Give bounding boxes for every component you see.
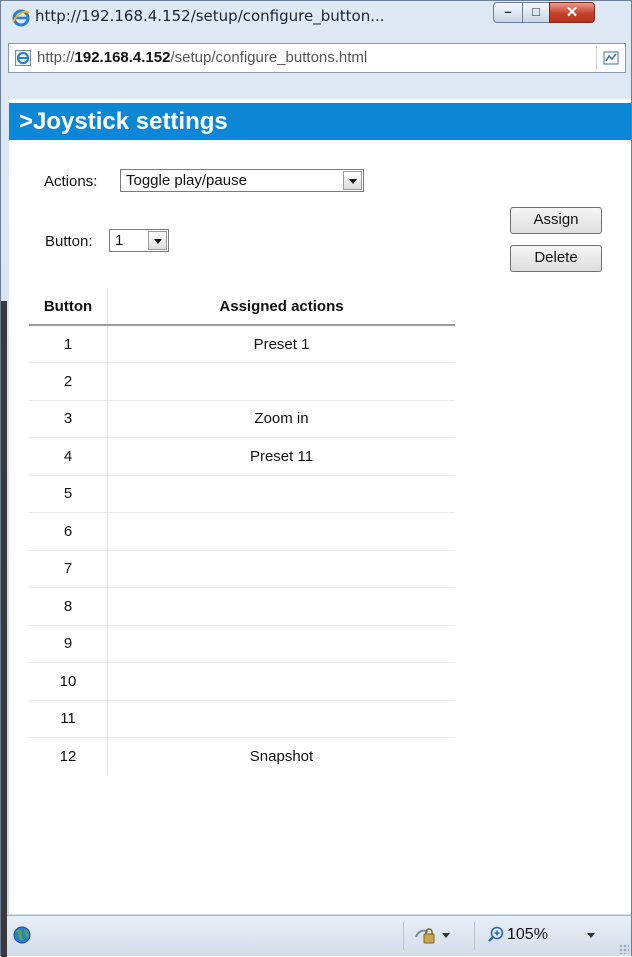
table-row[interactable]: 3 Zoom in bbox=[29, 400, 455, 438]
compatibility-view-icon[interactable] bbox=[603, 50, 619, 66]
window-frame-edge bbox=[1, 301, 7, 957]
column-header-assigned-actions: Assigned actions bbox=[219, 297, 344, 315]
button-number-cell: 10 bbox=[29, 662, 108, 700]
window-title: http://192.168.4.152/setup/configure_but… bbox=[35, 7, 385, 25]
button-label: Button: bbox=[45, 233, 93, 250]
table-row[interactable]: 10 bbox=[29, 662, 456, 701]
button-number-cell: 7 bbox=[29, 550, 108, 588]
minimize-button[interactable]: – bbox=[493, 2, 523, 23]
button-number-cell: 4 bbox=[29, 437, 108, 475]
button-number-cell: 2 bbox=[29, 362, 108, 400]
table-row[interactable]: 6 bbox=[29, 512, 456, 551]
maximize-button[interactable]: □ bbox=[522, 2, 550, 23]
zoom-level[interactable]: 105% bbox=[507, 926, 548, 944]
minimize-icon: – bbox=[504, 4, 512, 19]
assigned-action-cell bbox=[108, 550, 456, 588]
page-title: >Joystick settings bbox=[19, 108, 228, 135]
assigned-action-cell bbox=[108, 363, 456, 401]
table-row[interactable]: 4 Preset 11 bbox=[29, 437, 455, 475]
status-separator bbox=[403, 922, 404, 950]
assigned-action-cell bbox=[108, 625, 456, 663]
internet-globe-icon bbox=[13, 926, 31, 944]
button-number-cell: 12 bbox=[29, 737, 108, 775]
button-number-cell: 8 bbox=[29, 587, 108, 625]
assigned-action-cell bbox=[108, 588, 456, 626]
table-header-row: Button Assigned actions bbox=[29, 288, 455, 325]
title-bar[interactable]: http://192.168.4.152/setup/configure_but… bbox=[5, 1, 627, 37]
address-separator bbox=[596, 46, 597, 70]
actions-selected-value: Toggle play/pause bbox=[126, 172, 247, 189]
column-header-button: Button bbox=[29, 288, 108, 325]
resize-grip[interactable] bbox=[619, 944, 629, 954]
assigned-action-cell bbox=[108, 663, 456, 701]
table-row[interactable]: 8 bbox=[29, 587, 456, 626]
button-select[interactable]: 1 bbox=[109, 229, 169, 252]
assigned-action-cell: Snapshot bbox=[249, 748, 314, 765]
table-row[interactable]: 7 bbox=[29, 550, 455, 588]
button-number-cell: 5 bbox=[29, 475, 108, 513]
chevron-down-icon[interactable] bbox=[343, 171, 362, 190]
close-icon: ✕ bbox=[565, 4, 579, 21]
page-header-banner: >Joystick settings bbox=[9, 103, 631, 140]
chevron-down-icon[interactable] bbox=[587, 933, 595, 938]
button-selected-value: 1 bbox=[115, 232, 124, 249]
window-controls: – □ ✕ bbox=[493, 2, 623, 24]
table-row[interactable]: 9 bbox=[29, 625, 455, 663]
url-host: 192.168.4.152 bbox=[74, 49, 171, 66]
assigned-action-cell: Preset 11 bbox=[249, 447, 314, 465]
address-bar[interactable]: http://192.168.4.152/setup/configure_but… bbox=[8, 43, 626, 73]
table-row[interactable]: 1 Preset 1 bbox=[29, 325, 455, 363]
button-number-cell: 9 bbox=[29, 625, 108, 663]
protected-mode-icon[interactable] bbox=[414, 925, 436, 945]
zoom-magnifier-icon[interactable] bbox=[487, 926, 505, 944]
address-url: http://192.168.4.152/setup/configure_but… bbox=[37, 49, 367, 66]
maximize-icon: □ bbox=[532, 4, 540, 19]
table-row[interactable]: 11 bbox=[29, 700, 455, 738]
status-bar: 105% bbox=[7, 915, 631, 956]
assigned-action-cell: Zoom in bbox=[254, 410, 309, 428]
status-separator bbox=[474, 922, 475, 950]
page-ie-icon bbox=[15, 50, 31, 66]
close-button[interactable]: ✕ bbox=[549, 2, 595, 23]
actions-select[interactable]: Toggle play/pause bbox=[120, 169, 364, 192]
button-assignment-table: Button Assigned actions 1 Preset 1 2 3 Zoo… bbox=[29, 288, 455, 775]
ie-logo-icon bbox=[12, 9, 30, 27]
actions-label: Actions: bbox=[44, 173, 98, 190]
assigned-action-cell: Preset 1 bbox=[253, 335, 310, 353]
assigned-action-cell bbox=[108, 700, 456, 738]
table-row[interactable]: 12 Snapshot bbox=[29, 737, 455, 775]
url-prefix: http:// bbox=[37, 49, 75, 66]
table-row[interactable]: 5 bbox=[29, 475, 455, 513]
button-number-cell: 1 bbox=[29, 325, 108, 363]
page-content: >Joystick settings Actions: Toggle play/… bbox=[9, 99, 631, 914]
button-number-cell: 3 bbox=[29, 400, 108, 438]
table-row[interactable]: 2 bbox=[29, 362, 456, 401]
chevron-down-icon[interactable] bbox=[442, 933, 450, 938]
assigned-action-cell bbox=[108, 475, 456, 513]
browser-popup-window: http://192.168.4.152/setup/configure_but… bbox=[0, 0, 632, 957]
button-number-cell: 11 bbox=[29, 700, 108, 738]
url-path: /setup/configure_buttons.html bbox=[170, 49, 368, 66]
assigned-action-cell bbox=[108, 513, 456, 551]
assign-button[interactable]: Assign bbox=[510, 207, 602, 234]
delete-button[interactable]: Delete bbox=[510, 245, 602, 272]
chevron-down-icon[interactable] bbox=[148, 231, 167, 250]
button-number-cell: 6 bbox=[29, 512, 108, 550]
